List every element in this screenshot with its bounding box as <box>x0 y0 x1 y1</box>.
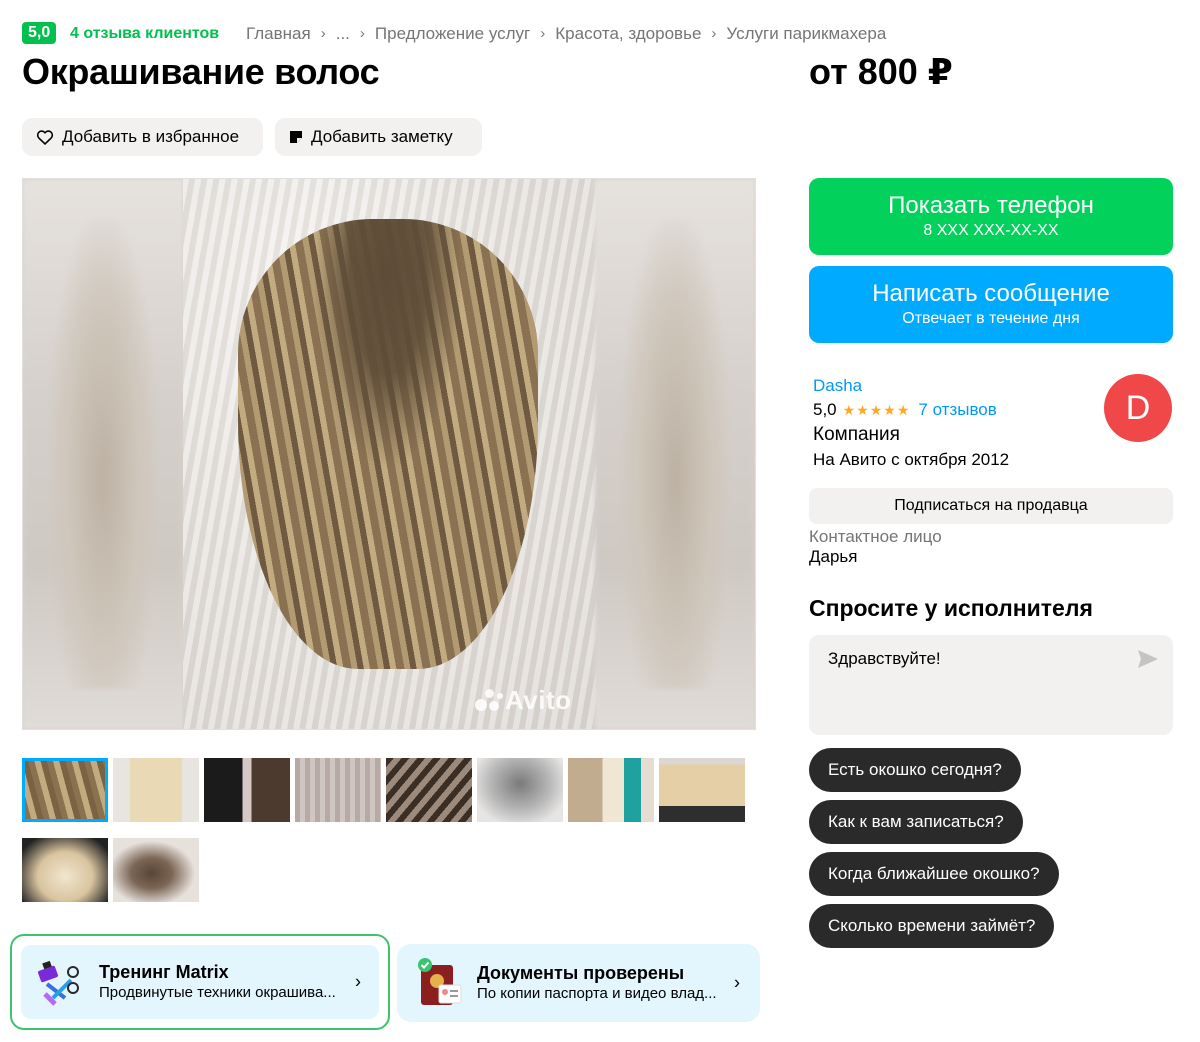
chevron-right-icon: › <box>359 25 365 42</box>
contact-person-label: Контактное лицо <box>809 527 942 546</box>
seller-type: Компания <box>813 424 900 445</box>
breadcrumb-item-beauty[interactable]: Красота, здоровье <box>555 24 701 44</box>
thumbnail[interactable] <box>386 758 472 822</box>
thumbnail[interactable] <box>113 758 199 822</box>
ask-title: Спросите у исполнителя <box>809 595 1093 621</box>
phone-mask: 8 XXX XXX-XX-XX <box>923 222 1059 239</box>
chevron-right-icon: › <box>540 25 546 42</box>
star-rating-icon: ★★★★★ <box>842 402 911 418</box>
photo-hair <box>183 179 597 729</box>
write-message-button[interactable]: Написать сообщение Отвечает в течение дн… <box>809 266 1173 343</box>
docs-card-subtitle: По копии паспорта и видео влад... <box>477 985 717 1002</box>
main-photo[interactable]: Avito <box>22 178 756 730</box>
reviews-link[interactable]: 4 отзыва клиентов <box>70 24 219 44</box>
quick-question-chip[interactable]: Как к вам записаться? <box>809 800 1023 844</box>
add-note-label: Добавить заметку <box>311 127 453 146</box>
subscribe-button[interactable]: Подписаться на продавца <box>809 488 1173 524</box>
quick-question-chip[interactable]: Есть окошко сегодня? <box>809 748 1021 792</box>
breadcrumb: Главная › ... › Предложение услуг › Крас… <box>246 24 886 44</box>
seller-since: На Авито с октября 2012 <box>813 450 1010 469</box>
thumbnail[interactable] <box>204 758 290 822</box>
passport-icon <box>411 955 467 1011</box>
page-title: Окрашивание волос <box>22 51 380 92</box>
price: от 800 ₽ <box>809 51 953 92</box>
response-time: Отвечает в течение дня <box>902 310 1080 327</box>
scissors-icon <box>33 954 89 1010</box>
photo-blur-right <box>595 179 755 729</box>
rating-badge: 5,0 <box>22 22 57 44</box>
message-input[interactable]: Здравствуйте! <box>809 635 1173 735</box>
matrix-training-card[interactable]: Тренинг Matrix Продвинутые техники окраш… <box>10 934 390 1030</box>
thumbnail[interactable] <box>568 758 654 822</box>
avito-logo-icon <box>475 688 503 713</box>
breadcrumb-item-ellipsis[interactable]: ... <box>336 24 350 44</box>
matrix-card-subtitle: Продвинутые техники окрашива... <box>99 984 336 1001</box>
thumbnail[interactable] <box>477 758 563 822</box>
breadcrumb-item-hairdresser[interactable]: Услуги парикмахера <box>726 24 886 44</box>
avito-watermark: Avito <box>475 685 572 716</box>
write-message-label: Написать сообщение <box>872 280 1110 307</box>
quick-question-chip[interactable]: Когда ближайшее окошко? <box>809 852 1059 896</box>
show-phone-button[interactable]: Показать телефон 8 XXX XXX-XX-XX <box>809 178 1173 255</box>
add-favorite-button[interactable]: Добавить в избранное <box>22 118 263 156</box>
message-text: Здравствуйте! <box>828 649 941 668</box>
documents-verified-card[interactable]: Документы проверены По копии паспорта и … <box>397 944 760 1022</box>
seller-rating-value: 5,0 <box>813 400 837 419</box>
chevron-right-icon: › <box>320 25 326 42</box>
send-icon[interactable] <box>1137 649 1159 669</box>
chevron-right-icon: › <box>355 971 361 992</box>
show-phone-label: Показать телефон <box>888 192 1094 219</box>
seller-name[interactable]: Dasha <box>813 376 862 396</box>
add-favorite-label: Добавить в избранное <box>62 127 240 146</box>
chevron-right-icon: › <box>734 972 740 993</box>
matrix-card-title: Тренинг Matrix <box>99 962 229 982</box>
breadcrumb-item-home[interactable]: Главная <box>246 24 311 44</box>
heart-icon <box>36 130 54 145</box>
contact-person-name: Дарья <box>809 547 858 566</box>
seller-rating: 5,0 ★★★★★ 7 отзывов <box>813 400 997 420</box>
quick-question-chip[interactable]: Сколько времени займёт? <box>809 904 1055 948</box>
add-note-button[interactable]: Добавить заметку <box>275 118 482 156</box>
photo-blur-left <box>23 179 183 729</box>
thumbnail[interactable] <box>22 838 108 902</box>
thumbnail[interactable] <box>113 838 199 902</box>
thumbnail[interactable] <box>659 758 745 822</box>
docs-card-title: Документы проверены <box>477 963 685 983</box>
thumbnail[interactable] <box>295 758 381 822</box>
chevron-right-icon: › <box>711 25 717 42</box>
seller-reviews-link[interactable]: 7 отзывов <box>918 400 996 420</box>
thumbnail[interactable] <box>22 758 108 822</box>
breadcrumb-item-services[interactable]: Предложение услуг <box>375 24 530 44</box>
note-icon <box>290 131 302 143</box>
avatar[interactable]: D <box>1104 374 1172 442</box>
